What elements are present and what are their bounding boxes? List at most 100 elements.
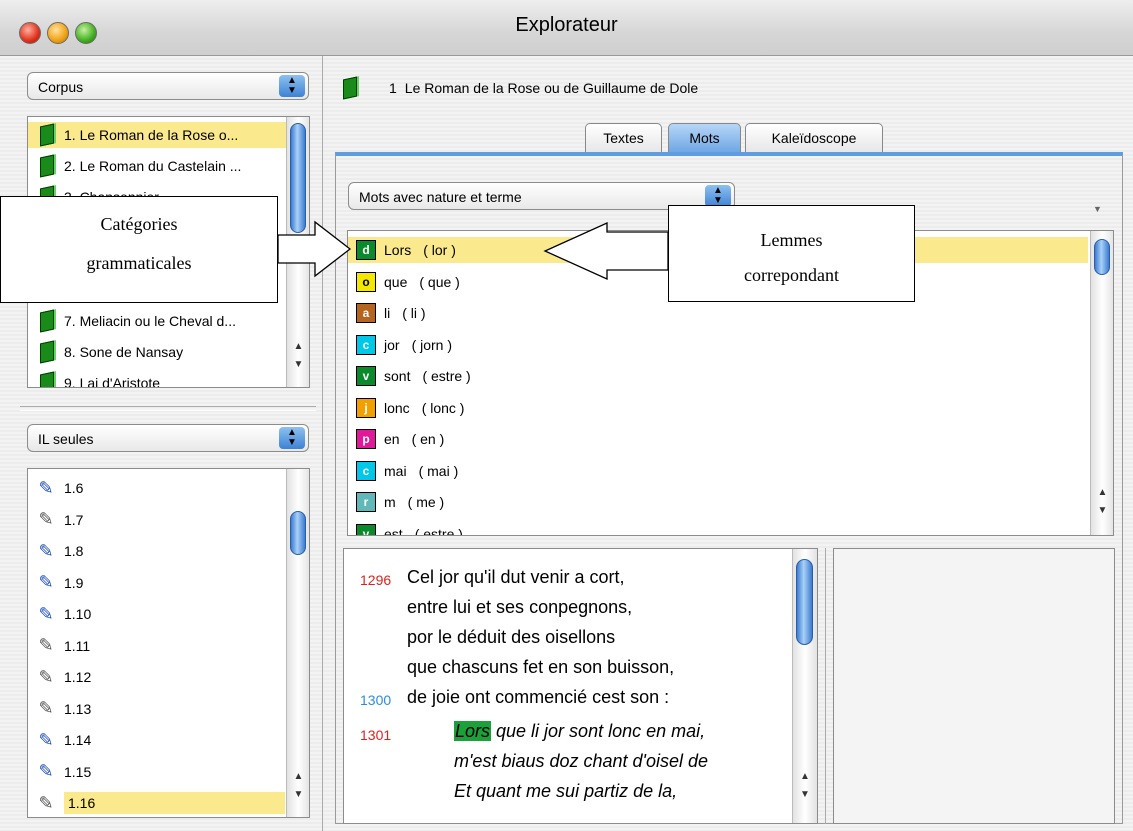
il-item-label: 1.10 <box>64 606 92 622</box>
quill-icon: ✎ <box>38 509 54 529</box>
lemma-label: ( estre ) <box>414 525 463 536</box>
splitter-handle[interactable] <box>20 406 316 411</box>
corpus-scrollbar[interactable]: ▲ ▼ <box>286 117 309 387</box>
scroll-up-arrow-icon[interactable]: ▲ <box>793 769 817 785</box>
mots-popup-label: Mots avec nature et terme <box>359 189 522 205</box>
text-line: entre lui et ses conpegnons, <box>407 597 633 617</box>
quill-icon: ✎ <box>38 698 54 718</box>
scroll-thumb[interactable] <box>796 559 813 645</box>
quill-icon: ✎ <box>38 729 54 750</box>
mots-list-item[interactable]: c mai ( mai ) <box>348 458 1088 484</box>
tab-label: Mots <box>689 130 720 146</box>
mots-list-item[interactable]: a li ( li ) <box>348 300 1088 326</box>
quill-icon: ✎ <box>38 477 54 498</box>
il-item-label: 1.8 <box>64 543 84 559</box>
book-icon <box>40 309 54 333</box>
quill-icon: ✎ <box>38 603 54 624</box>
il-list[interactable]: ✎ 1.6 ✎ 1.7 ✎ 1.8 ✎ 1.9 ✎ 1.10 ✎ 1.11 ✎ 1.12 ✎ 1.13 ✎ 1.1… <box>27 468 310 818</box>
text-line: Cel jor qu'il dut venir a cort, <box>407 567 625 587</box>
corpus-popup[interactable]: Corpus ▲ ▼ <box>27 72 309 100</box>
tab-mots[interactable]: Mots <box>668 123 741 153</box>
quill-icon: ✎ <box>38 792 54 813</box>
corpus-list-item[interactable]: 8. Sone de Nansay <box>28 339 286 365</box>
il-list-item[interactable]: ✎ 1.11 <box>28 633 286 659</box>
column-menu-icon[interactable]: ▼ <box>1093 204 1102 214</box>
corpus-item-label: 9. Lai d'Aristote <box>64 375 161 388</box>
il-item-label: 1.15 <box>64 763 92 780</box>
mots-scrollbar[interactable]: ▲ ▼ <box>1090 231 1113 535</box>
corpus-list-item[interactable]: 7. Meliacin ou le Cheval d... <box>28 308 286 334</box>
word-label: li <box>384 305 391 321</box>
scroll-thumb[interactable] <box>290 511 306 555</box>
mots-list-item[interactable]: c jor ( jorn ) <box>348 332 1088 358</box>
lemma-label: ( en ) <box>411 431 445 447</box>
il-list-item[interactable]: ✎ 1.6 <box>28 475 286 501</box>
book-icon <box>40 371 54 387</box>
mots-list-item[interactable]: p en ( en ) <box>348 426 1088 452</box>
scroll-up-arrow-icon[interactable]: ▲ <box>287 339 309 355</box>
scroll-down-arrow-icon[interactable]: ▼ <box>1091 503 1113 519</box>
mots-list-item[interactable]: v est ( estre ) <box>348 521 1088 536</box>
lemma-label: ( que ) <box>419 273 460 290</box>
corpus-list-item[interactable]: 9. Lai d'Aristote <box>28 370 286 388</box>
il-item-label: 1.13 <box>64 700 92 717</box>
panel-divider <box>322 56 323 831</box>
corpus-list-item[interactable]: 2. Le Roman du Castelain ... <box>28 153 286 179</box>
tab-textes[interactable]: Textes <box>585 123 662 153</box>
verse-number: 1301 <box>360 727 392 743</box>
il-list-item[interactable]: ✎ 1.13 <box>28 696 286 722</box>
il-item-label: 1.6 <box>64 480 84 496</box>
highlighted-word[interactable]: Lors <box>454 721 492 741</box>
mots-list-item[interactable]: r m ( me ) <box>348 489 1088 515</box>
scroll-thumb[interactable] <box>1094 239 1110 275</box>
lemma-label: ( lonc ) <box>421 399 465 416</box>
corpus-item-label: 1. Le Roman de la Rose o... <box>64 127 239 143</box>
il-list-item[interactable]: ✎ 1.10 <box>28 601 286 627</box>
quill-icon: ✎ <box>38 635 54 655</box>
line-number: 1300 <box>360 692 392 708</box>
pos-tag-badge: c <box>356 334 376 355</box>
il-list-item[interactable]: ✎ 1.7 <box>28 507 286 533</box>
il-seules-popup[interactable]: IL seules ▲ ▼ <box>27 424 309 452</box>
callout-text: Lemmes <box>760 230 823 250</box>
word-label: sont <box>384 368 411 384</box>
scroll-down-arrow-icon[interactable]: ▼ <box>287 787 309 803</box>
scroll-up-arrow-icon[interactable]: ▲ <box>1091 485 1113 501</box>
pos-tag-badge: p <box>356 429 376 449</box>
text-line: de joie ont commencié cest son : <box>407 687 670 707</box>
scroll-down-arrow-icon[interactable]: ▼ <box>287 357 309 373</box>
text-line: que chascuns fet en son buisson, <box>407 657 675 677</box>
scroll-down-arrow-icon[interactable]: ▼ <box>793 787 817 803</box>
callout-text: correpondant <box>744 265 839 285</box>
il-list-item[interactable]: ✎ 1.9 <box>28 570 286 596</box>
scroll-thumb[interactable] <box>290 123 306 233</box>
popup-arrows-icon: ▲ ▼ <box>705 185 731 207</box>
corpus-list-item[interactable]: 1. Le Roman de la Rose o... <box>28 122 286 148</box>
window-body: Corpus ▲ ▼ 1. Le Roman de la Rose o... 2. … <box>0 56 1133 831</box>
il-item-label: 1.14 <box>64 732 92 748</box>
book-icon <box>40 123 54 147</box>
pos-tag-badge: o <box>356 271 376 292</box>
il-list-item[interactable]: ✎ 1.8 <box>28 538 286 564</box>
word-label: lonc <box>384 399 410 416</box>
il-list-item[interactable]: ✎ 1.12 <box>28 664 286 690</box>
corpus-popup-label: Corpus <box>38 79 84 95</box>
callout-text: Catégories <box>100 214 178 234</box>
quill-icon: ✎ <box>38 666 54 687</box>
verse-line: Lors que li jor sont lonc en mai, <box>454 721 705 742</box>
il-list-item[interactable]: ✎ 1.16 <box>28 790 286 816</box>
tab-kaleidoscope[interactable]: Kaleïdoscope <box>745 123 883 153</box>
scroll-up-arrow-icon[interactable]: ▲ <box>287 769 309 785</box>
verse-line-rest: que li jor sont lonc en mai, <box>491 721 706 741</box>
il-scrollbar[interactable]: ▲ ▼ <box>286 469 309 817</box>
mots-list-item[interactable]: v sont ( estre ) <box>348 363 1088 389</box>
mots-list-item[interactable]: j lonc ( lonc ) <box>348 395 1088 421</box>
word-label: m <box>384 494 396 510</box>
il-list-item[interactable]: ✎ 1.14 <box>28 727 286 753</box>
text-panel[interactable]: 1296 Cel jor qu'il dut venir a cort, entre… <box>343 548 818 824</box>
popup-arrows-icon: ▲ ▼ <box>279 75 305 97</box>
pos-tag-badge: j <box>356 397 376 418</box>
book-icon <box>40 154 54 178</box>
text-scrollbar[interactable]: ▲ ▼ <box>792 549 817 823</box>
il-list-item[interactable]: ✎ 1.15 <box>28 759 286 785</box>
